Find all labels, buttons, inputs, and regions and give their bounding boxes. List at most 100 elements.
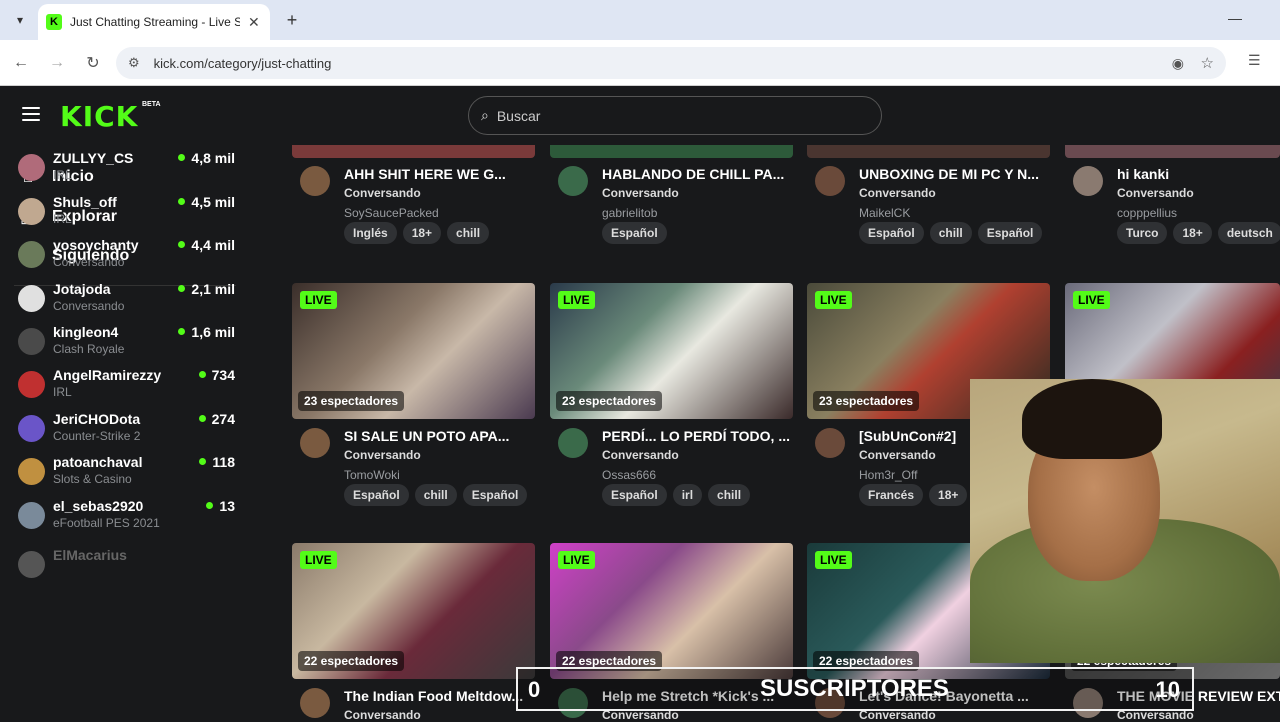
bookmark-star-icon[interactable]: ☆ bbox=[1201, 54, 1214, 72]
channel-avatar bbox=[18, 328, 45, 355]
streamer-avatar[interactable] bbox=[558, 428, 588, 458]
stream-title[interactable]: hi kanki bbox=[1117, 166, 1280, 182]
streamer-username[interactable]: Hom3r_Off bbox=[859, 468, 917, 482]
channel-name: ElMacarius bbox=[53, 547, 127, 563]
channel-category: IRL bbox=[53, 385, 72, 399]
stream-tag[interactable]: chill bbox=[447, 222, 490, 244]
stream-category[interactable]: Conversando bbox=[344, 448, 421, 462]
reload-icon[interactable]: ↻ bbox=[82, 52, 104, 74]
stream-category[interactable]: Conversando bbox=[602, 448, 679, 462]
stream-tag[interactable]: Español bbox=[462, 484, 528, 506]
streamer-avatar[interactable] bbox=[558, 166, 588, 196]
channel-viewer-count: 274 bbox=[199, 411, 235, 427]
stream-category[interactable]: Conversando bbox=[859, 186, 936, 200]
live-badge: LIVE bbox=[558, 291, 595, 309]
stream-tag[interactable]: Inglés bbox=[344, 222, 397, 244]
forward-icon[interactable]: → bbox=[46, 52, 68, 74]
stream-tag[interactable]: Francés bbox=[859, 484, 924, 506]
thumbnail-strip[interactable] bbox=[1065, 145, 1280, 158]
browser-tab-active[interactable]: K Just Chatting Streaming - Live S ✕ bbox=[38, 4, 270, 40]
stream-title[interactable]: AHH SHIT HERE WE G... bbox=[344, 166, 539, 182]
stream-thumbnail[interactable]: LIVE 23 espectadores bbox=[550, 283, 793, 419]
tag-list: Español bbox=[602, 222, 667, 244]
url-field[interactable]: ⚙ kick.com/category/just-chatting ◉ ☆ bbox=[116, 47, 1226, 79]
stream-tag[interactable]: Español bbox=[859, 222, 924, 244]
stream-tag[interactable]: Español bbox=[977, 222, 1043, 244]
sidebar-channel[interactable]: Jotajoda Conversando 2,1 mil bbox=[18, 281, 238, 321]
new-tab-button[interactable]: + bbox=[280, 8, 304, 32]
sidebar-channel[interactable]: ZULLYY_CS IRL 4,8 mil bbox=[18, 150, 238, 190]
viewer-count-badge: 22 espectadores bbox=[298, 651, 405, 671]
stream-thumbnail[interactable]: LIVE 22 espectadores bbox=[550, 543, 793, 679]
tag-list: Turco 18+ deutsch bbox=[1117, 222, 1280, 244]
address-bar: ← → ↻ ⚙ kick.com/category/just-chatting … bbox=[0, 40, 1280, 86]
stream-tag[interactable]: Español bbox=[602, 484, 667, 506]
stream-title[interactable]: The Indian Food Meltdow... bbox=[344, 688, 539, 704]
kick-favicon-icon: K bbox=[46, 14, 62, 30]
streamer-avatar[interactable] bbox=[300, 428, 330, 458]
streamer-avatar[interactable] bbox=[1073, 166, 1103, 196]
tag-list: Español chill Español bbox=[859, 222, 1043, 244]
streamer-username[interactable]: TomoWoki bbox=[344, 468, 400, 482]
sidebar-channel[interactable]: AngelRamirezzy IRL 734 bbox=[18, 367, 238, 407]
stream-category[interactable]: Conversando bbox=[859, 448, 936, 462]
stream-category[interactable]: Conversando bbox=[1117, 186, 1194, 200]
stream-tag[interactable]: 18+ bbox=[1173, 222, 1212, 244]
channel-category: eFootball PES 2021 bbox=[53, 516, 160, 530]
streamer-avatar[interactable] bbox=[815, 166, 845, 196]
streamer-username[interactable]: SoySaucePacked bbox=[344, 206, 439, 220]
reading-list-icon[interactable]: ☰ bbox=[1248, 52, 1261, 69]
sidebar-channel[interactable]: yosoychanty Conversando 4,4 mil bbox=[18, 237, 238, 277]
stream-category[interactable]: Conversando bbox=[602, 186, 679, 200]
stream-category[interactable]: Conversando bbox=[344, 186, 421, 200]
thumbnail-strip[interactable] bbox=[550, 145, 793, 158]
site-settings-icon[interactable]: ⚙ bbox=[128, 55, 140, 71]
close-tab-icon[interactable]: ✕ bbox=[248, 14, 260, 31]
channel-category: Conversando bbox=[53, 255, 125, 269]
minimize-window-icon[interactable]: — bbox=[1228, 10, 1242, 26]
channel-category: Conversando bbox=[53, 299, 125, 313]
stream-title[interactable]: UNBOXING DE MI PC Y N... bbox=[859, 166, 1054, 182]
stream-title[interactable]: HABLANDO DE CHILL PA... bbox=[602, 166, 797, 182]
stream-tag[interactable]: Español bbox=[344, 484, 409, 506]
stream-tag[interactable]: Español bbox=[602, 222, 667, 244]
streamer-username[interactable]: Ossas666 bbox=[602, 468, 656, 482]
stream-tag[interactable]: chill bbox=[929, 222, 972, 244]
stream-tag[interactable]: 18+ bbox=[929, 484, 968, 506]
stream-tag[interactable]: irl bbox=[672, 484, 703, 506]
stream-tag[interactable]: deutsch bbox=[1217, 222, 1280, 244]
hamburger-menu-icon[interactable] bbox=[22, 107, 40, 123]
stream-thumbnail[interactable]: LIVE 22 espectadores bbox=[292, 543, 535, 679]
streamer-avatar[interactable] bbox=[300, 166, 330, 196]
tracking-protection-icon[interactable]: ◉ bbox=[1172, 55, 1184, 72]
back-icon[interactable]: ← bbox=[10, 52, 32, 74]
stream-title[interactable]: PERDÍ... LO PERDÍ TODO, ... bbox=[602, 428, 797, 444]
search-input[interactable]: ⌕ Buscar bbox=[468, 96, 882, 135]
channel-name: ZULLYY_CS bbox=[53, 150, 134, 166]
sidebar-channel[interactable]: patoanchaval Slots & Casino 118 bbox=[18, 454, 238, 494]
stream-tag[interactable]: Turco bbox=[1117, 222, 1168, 244]
live-badge: LIVE bbox=[815, 551, 852, 569]
kick-logo[interactable]: KICK bbox=[60, 100, 138, 133]
streamer-username[interactable]: copppellius bbox=[1117, 206, 1177, 220]
sidebar-channel[interactable]: Shuls_off IRL 4,5 mil bbox=[18, 194, 238, 234]
thumbnail-strip[interactable] bbox=[292, 145, 535, 158]
streamer-username[interactable]: gabrielitob bbox=[602, 206, 657, 220]
stream-title[interactable]: SI SALE UN POTO APA... bbox=[344, 428, 539, 444]
search-icon: ⌕ bbox=[481, 107, 489, 123]
channel-avatar bbox=[18, 458, 45, 485]
stream-tag[interactable]: chill bbox=[708, 484, 751, 506]
stream-tag[interactable]: chill bbox=[414, 484, 457, 506]
streamer-username[interactable]: MaikelCK bbox=[859, 206, 910, 220]
sidebar-channel[interactable]: ElMacarius bbox=[18, 547, 238, 587]
live-badge: LIVE bbox=[300, 551, 337, 569]
tab-search-dropdown-icon[interactable]: ▾ bbox=[8, 8, 32, 32]
sidebar-channel[interactable]: kingleon4 Clash Royale 1,6 mil bbox=[18, 324, 238, 364]
streamer-avatar[interactable] bbox=[815, 428, 845, 458]
stream-tag[interactable]: 18+ bbox=[402, 222, 442, 244]
sidebar-channel[interactable]: el_sebas2920 eFootball PES 2021 13 bbox=[18, 498, 238, 538]
streamer-avatar[interactable] bbox=[300, 688, 330, 718]
stream-thumbnail[interactable]: LIVE 23 espectadores bbox=[292, 283, 535, 419]
sidebar-channel[interactable]: JeriCHODota Counter-Strike 2 274 bbox=[18, 411, 238, 451]
thumbnail-strip[interactable] bbox=[807, 145, 1050, 158]
